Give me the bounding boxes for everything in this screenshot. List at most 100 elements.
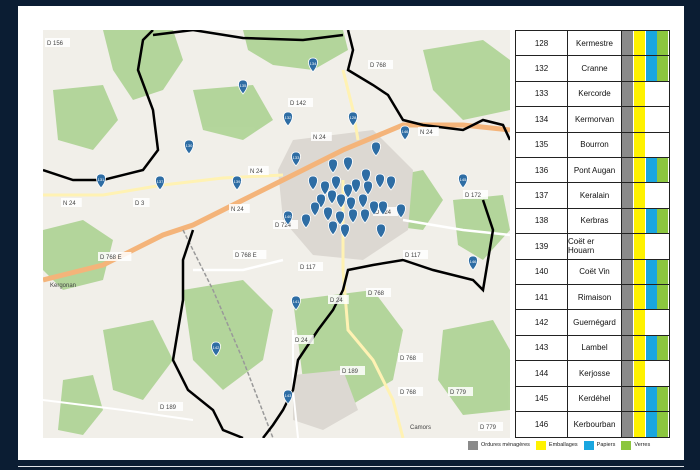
marker-label: 141	[293, 299, 300, 304]
row-name: Guernégard	[568, 310, 622, 335]
bin-swatch-o	[622, 285, 633, 310]
bin-swatch-o	[622, 386, 633, 411]
row-number: 138	[516, 208, 568, 234]
marker-label: 128	[350, 115, 357, 120]
marker-label: 143	[285, 393, 292, 398]
bin-swatch-v	[657, 335, 669, 361]
map-marker-143[interactable]: 143	[283, 389, 293, 405]
bin-swatch-v	[657, 361, 669, 386]
row-name: Lambel	[568, 335, 622, 361]
row-name: Rimaison	[568, 285, 622, 310]
map-marker-145[interactable]: 145	[458, 173, 468, 189]
road-label: N 24	[63, 201, 76, 207]
legend: Ordures ménagères Emballages Papiers Verres	[468, 439, 678, 451]
map-marker-146[interactable]: 146	[468, 255, 478, 271]
bin-swatch-p	[645, 335, 657, 361]
bin-swatch-p	[645, 132, 657, 157]
row-number: 142	[516, 310, 568, 335]
road-label: D 768	[370, 63, 387, 69]
map-marker-137[interactable]: 137	[155, 175, 165, 191]
bin-swatch-e	[633, 310, 645, 335]
road-label: D 768	[400, 390, 417, 396]
map-svg[interactable]: D 156 D 768 D 142 N 24 N 24 N 24 N 24 N 24 D 3 D …	[43, 30, 510, 438]
bin-swatch-o	[622, 310, 633, 335]
bin-swatch-o	[622, 234, 633, 259]
row-number: 146	[516, 412, 568, 438]
legend-swatch	[583, 440, 594, 450]
marker-label: 146	[402, 129, 409, 134]
map-marker-130[interactable]: 130	[184, 139, 194, 155]
road-label: D 768 E	[100, 255, 122, 261]
road-label: D 117	[300, 265, 316, 271]
road-label: N 24	[250, 169, 263, 175]
road-label: D 24	[330, 298, 343, 304]
row-name: Kermorvan	[568, 107, 622, 132]
row-name: Kerbras	[568, 208, 622, 234]
bin-swatch-p	[645, 361, 657, 386]
bin-swatch-p	[645, 183, 657, 208]
bin-swatch-v	[657, 107, 669, 132]
map-marker-146[interactable]: 146	[400, 125, 410, 141]
road-label: D 156	[47, 41, 64, 47]
legend-swatch	[621, 440, 632, 450]
bin-swatch-o	[622, 158, 633, 183]
marker-label: 145	[460, 177, 467, 182]
bin-swatch-e	[633, 335, 645, 361]
bin-swatch-e	[633, 158, 645, 183]
map-marker-134[interactable]: 134	[308, 57, 318, 73]
bin-swatch-v	[657, 259, 669, 284]
bin-swatch-p	[645, 208, 657, 234]
bin-swatch-p	[645, 81, 657, 107]
row-number: 143	[516, 335, 568, 361]
legend-item: Ordures ménagères	[468, 440, 530, 450]
bin-swatch-v	[657, 208, 669, 234]
forest-areas	[43, 30, 510, 435]
legend-label: Papiers	[596, 442, 616, 448]
bin-swatch-e	[633, 183, 645, 208]
map-panel[interactable]: D 156 D 768 D 142 N 24 N 24 N 24 N 24 N 24 D 3 D …	[43, 30, 510, 438]
bin-swatch-v	[657, 81, 669, 107]
bin-swatch-p	[645, 310, 657, 335]
bin-swatch-p	[645, 259, 657, 284]
map-marker-132[interactable]: 132	[283, 111, 293, 127]
marker-label: 131	[98, 177, 105, 182]
map-marker-131[interactable]: 131	[96, 173, 106, 189]
row-name: Keralain	[568, 183, 622, 208]
row-name: Kerbourban	[568, 412, 622, 438]
bin-swatch-e	[633, 412, 645, 438]
marker-label: 132	[285, 115, 292, 120]
legend-item: Papiers	[583, 440, 616, 450]
bin-swatch-o	[622, 107, 633, 132]
row-number: 141	[516, 285, 568, 310]
road-label: D 117	[405, 253, 421, 259]
road-label: N 24	[231, 207, 244, 213]
table-row: 135 Bourron	[516, 132, 669, 158]
row-number: 133	[516, 81, 568, 107]
bin-swatch-p	[645, 107, 657, 132]
table-row: 142 Guernégard	[516, 310, 669, 336]
bin-swatch-o	[622, 259, 633, 284]
table-row: 139 Coët er Houarn	[516, 234, 669, 260]
legend-item: Verres	[621, 440, 650, 450]
road-label: D 189	[342, 369, 359, 375]
bin-swatch-v	[657, 56, 669, 81]
table-row: 132 Cranne	[516, 56, 669, 82]
divider	[18, 466, 684, 467]
marker-label: 130	[186, 143, 193, 148]
row-number: 145	[516, 386, 568, 411]
map-marker-139[interactable]: 139	[232, 175, 242, 191]
table-row: 145 Kerdéhel	[516, 386, 669, 412]
legend-label: Emballages	[548, 442, 578, 448]
bin-swatch-o	[622, 335, 633, 361]
row-number: 144	[516, 361, 568, 386]
row-name: Bourron	[568, 132, 622, 157]
bin-swatch-v	[657, 234, 669, 259]
bin-swatch-e	[633, 132, 645, 157]
bin-swatch-o	[622, 56, 633, 81]
row-number: 140	[516, 259, 568, 284]
road-label: D 768	[368, 291, 385, 297]
row-name: Coët Vin	[568, 259, 622, 284]
bin-swatch-v	[657, 285, 669, 310]
bin-swatch-p	[645, 412, 657, 438]
bin-swatch-e	[633, 81, 645, 107]
